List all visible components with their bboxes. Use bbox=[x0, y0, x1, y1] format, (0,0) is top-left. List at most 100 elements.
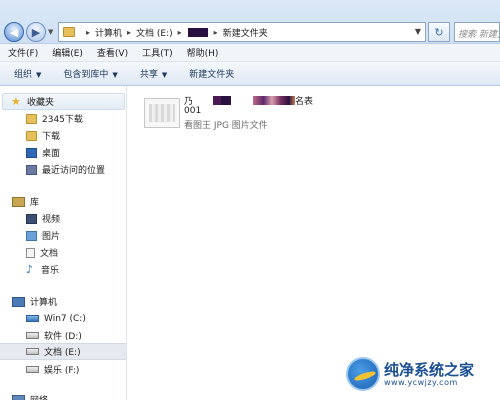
star-icon: ★ bbox=[11, 94, 21, 108]
folder-icon bbox=[26, 113, 37, 124]
menu-view[interactable]: 查看(V) bbox=[97, 46, 128, 59]
nav-item-label: 2345下载 bbox=[42, 115, 83, 125]
new-folder-button[interactable]: 新建文件夹 bbox=[189, 67, 234, 80]
nav-item-label: Win7 (C:) bbox=[44, 313, 86, 324]
breadcrumb-chevron-icon[interactable]: ▸ bbox=[127, 28, 131, 37]
chevron-down-icon: ▼ bbox=[161, 71, 168, 79]
nav-drive-d[interactable]: 软件 (D:) bbox=[0, 327, 126, 344]
nav-drive-e[interactable]: 文档 (E:) bbox=[0, 343, 126, 360]
breadcrumb-drive-e[interactable]: 文档 (E:) bbox=[136, 26, 173, 39]
menu-help[interactable]: 帮助(H) bbox=[187, 46, 219, 59]
file-name-line2: 001 bbox=[184, 106, 202, 116]
redacted-text bbox=[193, 96, 213, 105]
nav-item-label: 视频 bbox=[42, 215, 61, 225]
watermark-url: www.ycwjzy.com bbox=[384, 377, 458, 387]
command-toolbar: 组织 ▼ 包含到库中 ▼ 共享 ▼ 新建文件夹 bbox=[0, 62, 500, 86]
video-icon bbox=[26, 213, 37, 224]
redacted-text bbox=[213, 96, 222, 105]
refresh-button[interactable]: ↻ bbox=[428, 22, 450, 42]
nav-item-pictures[interactable]: 图片 bbox=[0, 227, 126, 244]
watermark-text: 纯净系统之家 bbox=[384, 360, 475, 379]
download-folder-icon bbox=[26, 130, 37, 141]
menu-file[interactable]: 文件(F) bbox=[8, 46, 38, 59]
system-drive-icon bbox=[26, 315, 39, 322]
nav-item-label: 娱乐 (F:) bbox=[44, 366, 80, 376]
navigation-pane[interactable]: ★ 收藏夹 2345下载 下载 桌面 最近访问的位置 库 视频 图片 文档 ♪ … bbox=[0, 86, 127, 400]
back-button[interactable]: ◀ bbox=[4, 22, 24, 42]
file-type-label: 看图王 JPG 图片文件 bbox=[184, 121, 268, 131]
recent-pages-dropdown-icon[interactable]: ▼ bbox=[48, 28, 53, 36]
nav-item-label: 桌面 bbox=[42, 149, 61, 159]
refresh-icon: ↻ bbox=[434, 25, 444, 39]
redacted-text bbox=[221, 96, 232, 105]
share-button[interactable]: 共享 ▼ bbox=[140, 67, 167, 80]
organize-button[interactable]: 组织 ▼ bbox=[14, 67, 41, 80]
share-label: 共享 bbox=[139, 70, 158, 80]
drive-icon bbox=[26, 366, 39, 373]
breadcrumb-chevron-icon[interactable]: ▸ bbox=[178, 28, 182, 37]
address-row: ◀ ▶ ▼ ▸ 计算机 ▸ 文档 (E:) ▸ ▸ 新建文件夹 ▼ ↻ 搜索 新… bbox=[0, 0, 500, 44]
breadcrumb-chevron-icon[interactable]: ▸ bbox=[86, 28, 90, 37]
nav-item-downloads[interactable]: 下载 bbox=[0, 127, 126, 144]
menu-edit[interactable]: 编辑(E) bbox=[52, 46, 83, 59]
back-arrow-icon: ◀ bbox=[9, 25, 19, 39]
file-name: 乃 名表 bbox=[184, 94, 313, 107]
nav-network-label: 网络 bbox=[30, 393, 48, 400]
nav-computer-label: 计算机 bbox=[30, 298, 58, 308]
desktop-icon bbox=[26, 147, 37, 158]
nav-libraries-label: 库 bbox=[30, 198, 40, 208]
nav-item-documents[interactable]: 文档 bbox=[0, 244, 126, 261]
network-icon bbox=[12, 394, 25, 400]
chevron-down-icon: ▼ bbox=[112, 71, 118, 79]
nav-item-label: 文档 (E:) bbox=[44, 348, 81, 358]
organize-label: 组织 bbox=[14, 70, 33, 80]
recent-places-icon bbox=[26, 164, 37, 175]
nav-item-label: 音乐 bbox=[41, 266, 60, 276]
watermark-logo-icon bbox=[346, 357, 380, 391]
nav-item-label: 文档 bbox=[40, 249, 59, 259]
breadcrumb-computer[interactable]: 计算机 bbox=[95, 26, 122, 39]
music-icon: ♪ bbox=[26, 262, 34, 276]
breadcrumb-current-folder[interactable]: 新建文件夹 bbox=[223, 26, 268, 39]
nav-item-label: 下载 bbox=[42, 132, 61, 142]
menu-bar: 文件(F) 编辑(E) 查看(V) 工具(T) 帮助(H) bbox=[0, 44, 500, 62]
file-list[interactable]: 乃 名表 001 看图王 JPG 图片文件 纯净系统之家 www.ycwjzy.… bbox=[128, 86, 500, 400]
nav-libraries[interactable]: 库 bbox=[0, 193, 126, 210]
nav-favorites-label: 收藏夹 bbox=[27, 98, 55, 108]
watermark: 纯净系统之家 www.ycwjzy.com bbox=[346, 354, 496, 394]
document-icon bbox=[26, 247, 35, 258]
include-in-library-button[interactable]: 包含到库中 ▼ bbox=[63, 67, 117, 80]
computer-icon bbox=[12, 296, 25, 307]
folder-icon bbox=[63, 27, 75, 37]
forward-button[interactable]: ▶ bbox=[26, 22, 46, 42]
nav-item-videos[interactable]: 视频 bbox=[0, 210, 126, 227]
drive-icon bbox=[26, 348, 39, 355]
menu-tools[interactable]: 工具(T) bbox=[142, 46, 173, 59]
redacted-breadcrumb[interactable] bbox=[187, 27, 208, 37]
chevron-down-icon: ▼ bbox=[36, 71, 42, 79]
nav-item-music[interactable]: ♪ 音乐 bbox=[0, 261, 126, 278]
address-history-dropdown-icon[interactable]: ▼ bbox=[415, 27, 421, 36]
nav-drive-f[interactable]: 娱乐 (F:) bbox=[0, 361, 126, 378]
library-icon bbox=[12, 196, 25, 207]
nav-network[interactable]: 网络 bbox=[0, 391, 126, 400]
nav-favorites[interactable]: ★ 收藏夹 bbox=[2, 93, 125, 110]
breadcrumb-chevron-icon[interactable]: ▸ bbox=[214, 28, 218, 37]
nav-item-label: 最近访问的位置 bbox=[42, 166, 106, 176]
redacted-text bbox=[231, 96, 253, 105]
picture-icon bbox=[26, 230, 37, 241]
file-name-suffix: 名表 bbox=[295, 97, 314, 107]
nav-item-2345-downloads[interactable]: 2345下载 bbox=[0, 110, 126, 127]
redacted-text bbox=[253, 96, 296, 105]
jpg-thumbnail-icon bbox=[144, 98, 180, 128]
nav-item-label: 软件 (D:) bbox=[44, 332, 82, 342]
search-input[interactable]: 搜索 新建文件夹 bbox=[454, 22, 500, 42]
nav-item-desktop[interactable]: 桌面 bbox=[0, 144, 126, 161]
nav-drive-c[interactable]: Win7 (C:) bbox=[0, 310, 126, 327]
drive-icon bbox=[26, 332, 39, 339]
address-bar[interactable]: ▸ 计算机 ▸ 文档 (E:) ▸ ▸ 新建文件夹 ▼ bbox=[58, 22, 426, 42]
include-in-library-label: 包含到库中 bbox=[63, 70, 109, 80]
forward-arrow-icon: ▶ bbox=[31, 25, 41, 39]
nav-computer[interactable]: 计算机 bbox=[0, 293, 126, 310]
nav-item-recent-places[interactable]: 最近访问的位置 bbox=[0, 161, 126, 178]
